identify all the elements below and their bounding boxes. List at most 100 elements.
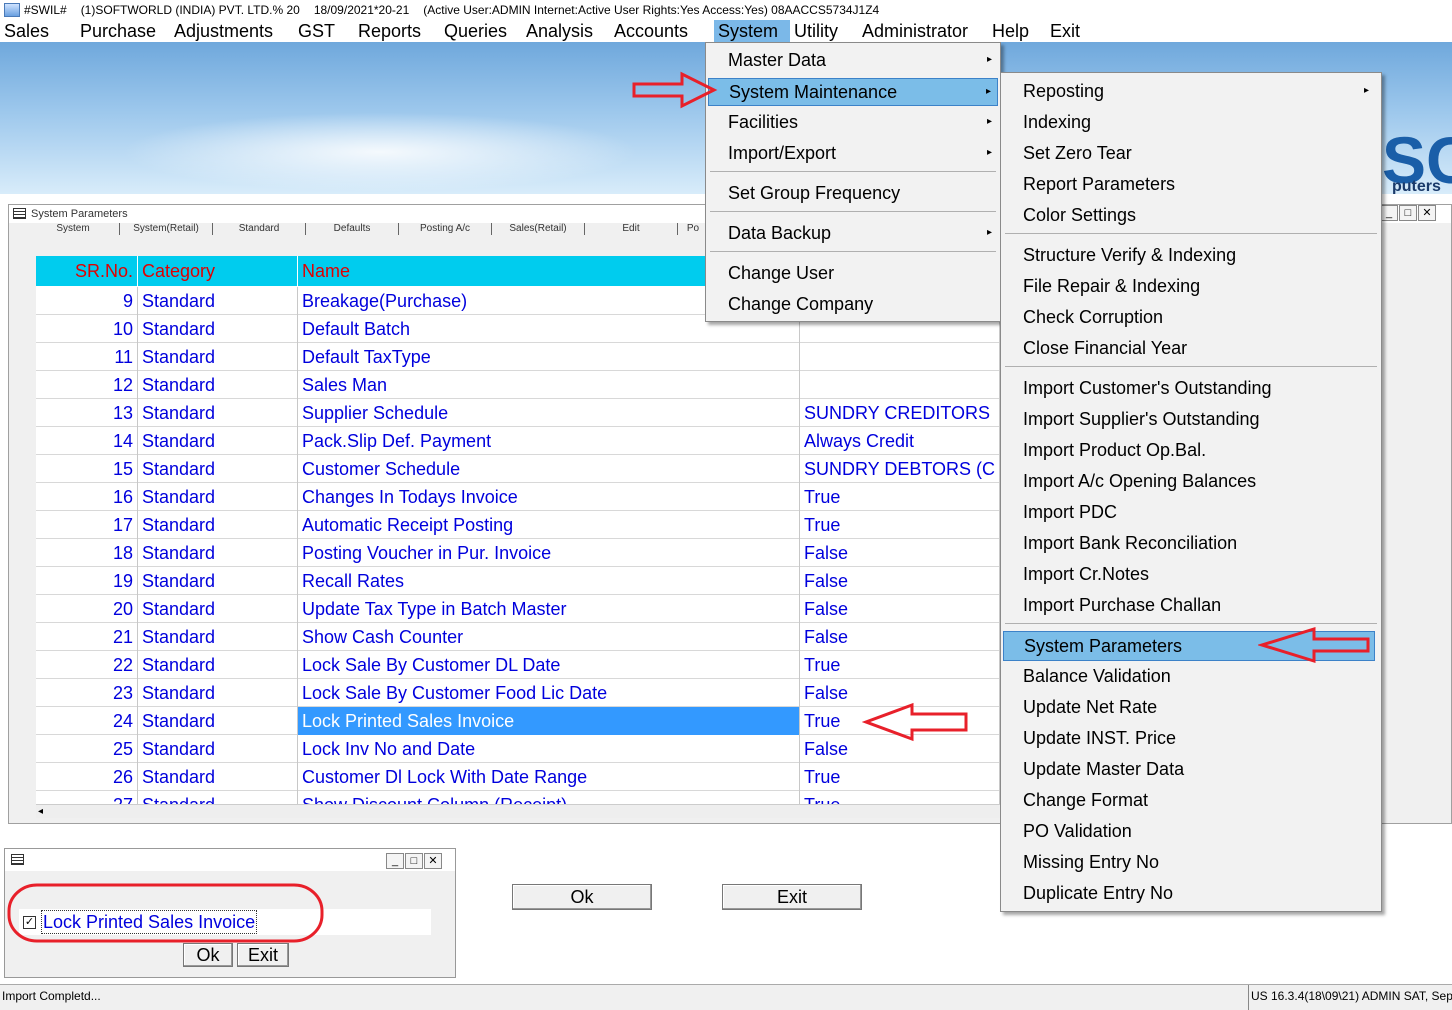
cell-category[interactable]: Standard (138, 791, 298, 804)
dialog-ok-button[interactable]: Ok (183, 943, 233, 967)
cell-sr-no[interactable]: 15 (36, 455, 138, 483)
cell-name[interactable]: Supplier Schedule (298, 399, 800, 427)
cell-category[interactable]: Standard (138, 679, 298, 707)
menu-item-report-parameters[interactable]: Report Parameters (1003, 170, 1375, 200)
menu-utility[interactable]: Utility (790, 20, 858, 42)
cell-sr-no[interactable]: 14 (36, 427, 138, 455)
cell-value[interactable]: False (800, 595, 1000, 623)
menu-item-import-export[interactable]: Import/Export ▸ (708, 140, 998, 168)
column-header-sr-no[interactable]: SR.No. (36, 256, 138, 286)
menu-item-data-backup[interactable]: Data Backup ▸ (708, 220, 998, 248)
table-row[interactable]: 23 Standard Lock Sale By Customer Food Lic… (36, 679, 1000, 707)
cell-value[interactable] (800, 371, 1000, 399)
cell-name[interactable]: Default TaxType (298, 343, 800, 371)
cell-sr-no[interactable]: 24 (36, 707, 138, 735)
cell-name[interactable]: Update Tax Type in Batch Master (298, 595, 800, 623)
cell-value[interactable]: True (800, 511, 1000, 539)
cell-category[interactable]: Standard (138, 287, 298, 315)
cell-name[interactable]: Changes In Todays Invoice (298, 483, 800, 511)
menu-item-indexing[interactable]: Indexing (1003, 108, 1375, 138)
cell-sr-no[interactable]: 10 (36, 315, 138, 343)
cell-category[interactable]: Standard (138, 399, 298, 427)
menu-item-file-repair-indexing[interactable]: File Repair & Indexing (1003, 272, 1375, 302)
cell-category[interactable]: Standard (138, 623, 298, 651)
cell-category[interactable]: Standard (138, 763, 298, 791)
cell-name[interactable]: Lock Inv No and Date (298, 735, 800, 763)
menu-item-duplicate-entry-no[interactable]: Duplicate Entry No (1003, 879, 1375, 909)
cell-name[interactable]: Show Discount Column (Receipt) (298, 791, 800, 804)
cell-category[interactable]: Standard (138, 595, 298, 623)
minimize-button[interactable]: _ (1380, 205, 1398, 221)
menu-accounts[interactable]: Accounts (610, 20, 714, 42)
tab-edit[interactable]: Edit (585, 223, 678, 235)
minimize-button[interactable]: _ (386, 853, 404, 869)
cell-sr-no[interactable]: 17 (36, 511, 138, 539)
menu-item-close-financial-year[interactable]: Close Financial Year (1003, 334, 1375, 364)
cell-category[interactable]: Standard (138, 343, 298, 371)
tab-system-retail[interactable]: System(Retail) (120, 223, 213, 235)
cell-name[interactable]: Lock Sale By Customer DL Date (298, 651, 800, 679)
menu-item-po-validation[interactable]: PO Validation (1003, 817, 1375, 847)
table-row[interactable]: 24 Standard Lock Printed Sales Invoice True (36, 707, 1000, 735)
cell-name[interactable]: Lock Sale By Customer Food Lic Date (298, 679, 800, 707)
tab-standard[interactable]: Standard (213, 223, 306, 235)
menu-item-import-cr-notes[interactable]: Import Cr.Notes (1003, 560, 1375, 590)
maximize-button[interactable]: □ (1399, 205, 1417, 221)
menu-item-color-settings[interactable]: Color Settings (1003, 201, 1375, 231)
cell-name[interactable]: Recall Rates (298, 567, 800, 595)
menu-item-update-net-rate[interactable]: Update Net Rate (1003, 693, 1375, 723)
cell-category[interactable]: Standard (138, 651, 298, 679)
cell-value[interactable]: False (800, 567, 1000, 595)
cell-value[interactable]: False (800, 623, 1000, 651)
cell-sr-no[interactable]: 16 (36, 483, 138, 511)
table-row[interactable]: 27StandardShow Discount Column (Receipt)… (36, 791, 1000, 804)
system-menu-icon[interactable] (13, 208, 26, 219)
tab-system[interactable]: System (27, 223, 120, 235)
cell-sr-no[interactable]: 11 (36, 343, 138, 371)
menu-item-update-master-data[interactable]: Update Master Data (1003, 755, 1375, 785)
table-row[interactable]: 19 Standard Recall Rates False (36, 567, 1000, 595)
tab-defaults[interactable]: Defaults (306, 223, 399, 235)
cell-sr-no[interactable]: 26 (36, 763, 138, 791)
cell-sr-no[interactable]: 21 (36, 623, 138, 651)
cell-sr-no[interactable]: 18 (36, 539, 138, 567)
cell-value[interactable]: SUNDRY CREDITORS (800, 399, 1000, 427)
cell-category[interactable]: Standard (138, 483, 298, 511)
menu-reports[interactable]: Reports (354, 20, 440, 42)
cell-name[interactable]: Pack.Slip Def. Payment (298, 427, 800, 455)
menu-item-facilities[interactable]: Facilities ▸ (708, 109, 998, 137)
cell-value[interactable]: True (800, 483, 1000, 511)
cell-sr-no[interactable]: 19 (36, 567, 138, 595)
menu-item-import-customer-s-outstanding[interactable]: Import Customer's Outstanding (1003, 374, 1375, 404)
table-row[interactable]: 15 Standard Customer Schedule SUNDRY DEBTOR… (36, 455, 1000, 483)
cell-category[interactable]: Standard (138, 427, 298, 455)
menu-administrator[interactable]: Administrator (858, 20, 988, 42)
cell-value[interactable]: True (800, 651, 1000, 679)
menu-item-import-product-op-bal[interactable]: Import Product Op.Bal. (1003, 436, 1375, 466)
menu-gst[interactable]: GST (294, 20, 354, 42)
cell-category[interactable]: Standard (138, 455, 298, 483)
horizontal-scrollbar[interactable]: ◂ (36, 804, 1000, 818)
menu-item-import-a-c-opening-balances[interactable]: Import A/c Opening Balances (1003, 467, 1375, 497)
cell-value[interactable]: SUNDRY DEBTORS (C (800, 455, 1000, 483)
cell-name[interactable]: Sales Man (298, 371, 800, 399)
menu-analysis[interactable]: Analysis (522, 20, 610, 42)
menu-item-import-bank-reconciliation[interactable]: Import Bank Reconciliation (1003, 529, 1375, 559)
cell-name[interactable]: Automatic Receipt Posting (298, 511, 800, 539)
menu-item-import-supplier-s-outstanding[interactable]: Import Supplier's Outstanding (1003, 405, 1375, 435)
maximize-button[interactable]: □ (405, 853, 423, 869)
cell-sr-no[interactable]: 9 (36, 287, 138, 315)
cell-category[interactable]: Standard (138, 735, 298, 763)
table-row[interactable]: 18 Standard Posting Voucher in Pur. Invoic… (36, 539, 1000, 567)
cell-category[interactable]: Standard (138, 539, 298, 567)
cell-value[interactable] (800, 343, 1000, 371)
menu-item-check-corruption[interactable]: Check Corruption (1003, 303, 1375, 333)
dialog-exit-button[interactable]: Exit (237, 943, 289, 967)
menu-item-system-maintenance[interactable]: System Maintenance ▸ (708, 78, 998, 106)
table-row[interactable]: 21 Standard Show Cash Counter False (36, 623, 1000, 651)
cell-category[interactable]: Standard (138, 511, 298, 539)
table-row[interactable]: 22 Standard Lock Sale By Customer DL Date T… (36, 651, 1000, 679)
system-menu-icon[interactable] (11, 854, 24, 865)
cell-value[interactable]: Always Credit (800, 427, 1000, 455)
menu-help[interactable]: Help (988, 20, 1046, 42)
